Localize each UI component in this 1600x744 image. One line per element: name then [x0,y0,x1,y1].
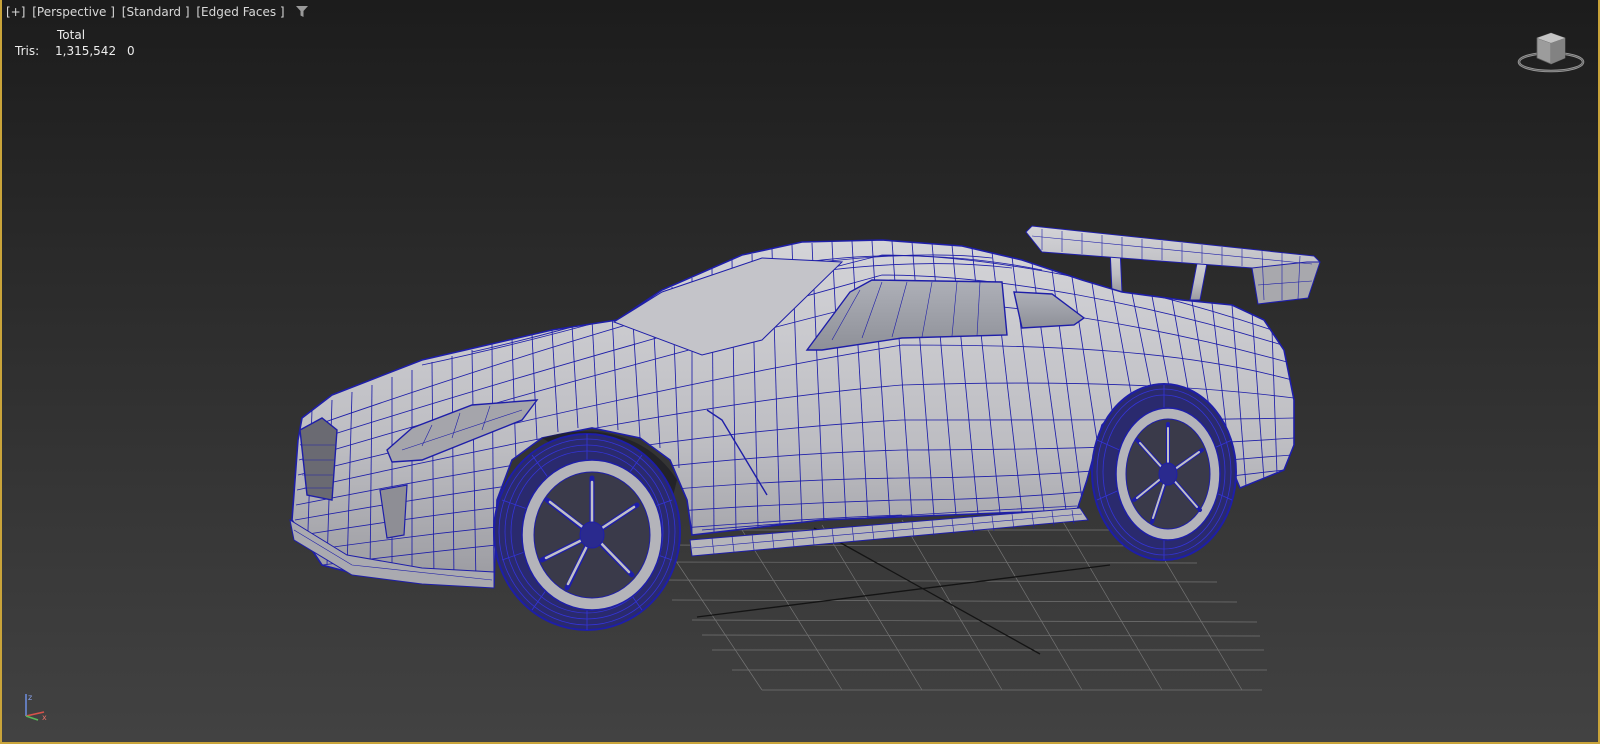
viewcube-icon[interactable] [1514,28,1588,74]
viewport-label-menu: [+] [Perspective ] [Standard ] [Edged Fa… [6,5,309,21]
front-wheel-mesh [493,433,681,631]
viewport-shading-menu[interactable]: [Standard ] [122,5,190,19]
svg-text:z: z [28,693,32,702]
viewport-display-mode-menu[interactable]: [Edged Faces ] [196,5,284,19]
rear-wheel-mesh [1091,383,1237,561]
funnel-filter-icon[interactable] [295,5,309,18]
svg-text:x: x [42,713,47,722]
stats-tris-label: Tris: [15,44,40,58]
perspective-viewport[interactable]: [+] [Perspective ] [Standard ] [Edged Fa… [0,0,1600,744]
viewport-general-menu[interactable]: [+] [6,5,25,19]
viewport-pov-menu[interactable]: [Perspective ] [32,5,115,19]
stats-total-header: Total [57,28,86,42]
axis-tripod-icon: z x [25,693,47,722]
stats-tris-selected: 0 [127,44,135,58]
stats-tris-total: 1,315,542 [55,44,117,58]
scene-canvas[interactable] [2,0,1598,744]
